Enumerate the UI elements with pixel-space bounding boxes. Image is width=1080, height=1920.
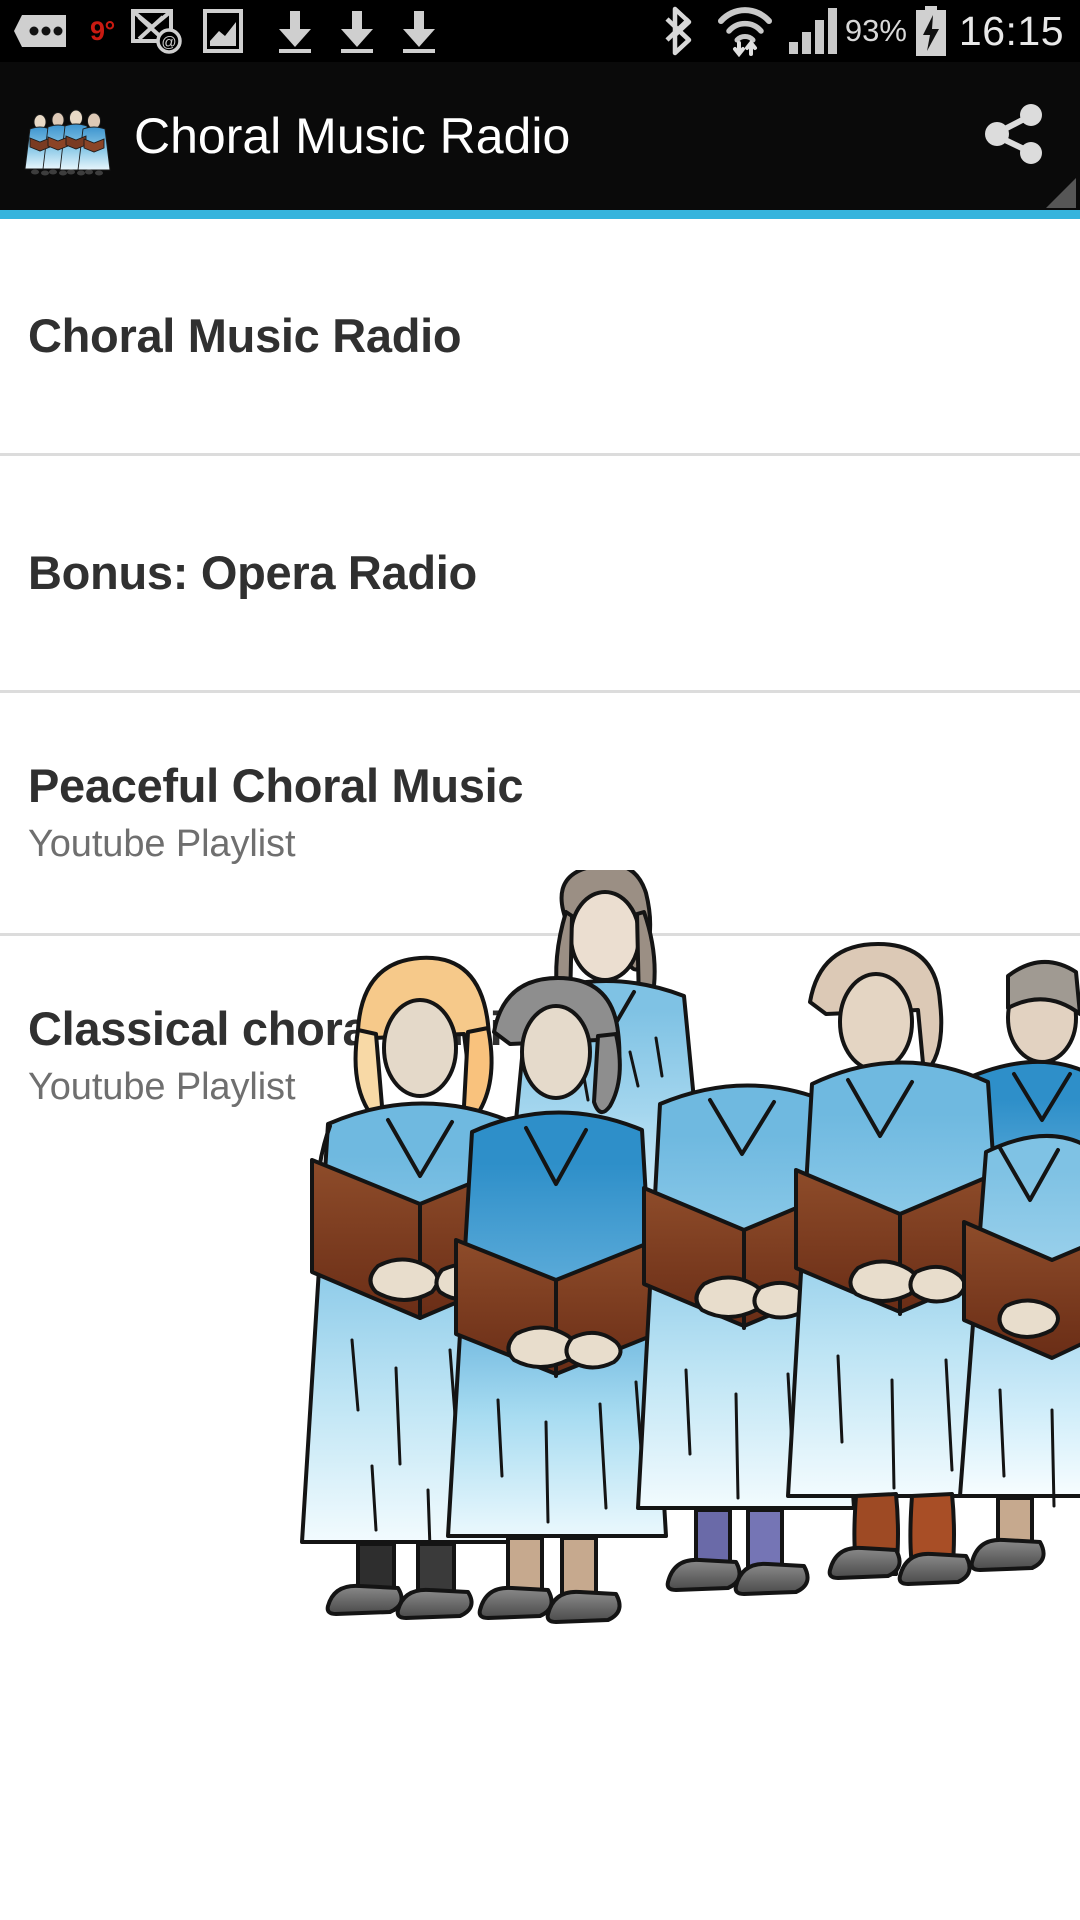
list-item-subtitle: Youtube Playlist <box>28 1065 296 1108</box>
battery-percent-label: 93% <box>844 13 907 48</box>
list-item-title: Classical choral music <box>28 1002 529 1056</box>
station-list: Choral Music Radio Bonus: Opera Radio Pe… <box>0 219 1080 1176</box>
list-item-subtitle: Youtube Playlist <box>28 822 296 865</box>
share-button[interactable] <box>980 100 1052 172</box>
battery-charging-icon <box>913 5 949 57</box>
choir-app-icon <box>22 96 114 176</box>
share-icon <box>983 101 1049 172</box>
status-bar-left-icons: 9° @ <box>0 7 663 55</box>
download-icon <box>397 7 441 55</box>
download-icon <box>335 7 379 55</box>
screenshot-image-icon <box>199 7 247 55</box>
more-dots-icon <box>14 11 74 51</box>
download-icon <box>273 7 317 55</box>
wifi-icon <box>717 5 773 57</box>
status-bar-right-icons: 93% 16:15 <box>663 5 1080 57</box>
temperature-indicator: 9° <box>90 15 115 46</box>
list-item-title: Peaceful Choral Music <box>28 759 524 813</box>
list-item-title: Bonus: Opera Radio <box>28 546 477 600</box>
app-screen: 9° @ 93% 16:15 Choral Music Radio Choral… <box>0 0 1080 1920</box>
resize-handle-icon[interactable] <box>1046 178 1076 208</box>
list-item[interactable]: Classical choral music Youtube Playlist <box>0 936 1080 1176</box>
list-item[interactable]: Choral Music Radio <box>0 219 1080 453</box>
svg-text:@: @ <box>161 34 176 51</box>
bluetooth-icon <box>663 5 701 57</box>
list-item[interactable]: Peaceful Choral Music Youtube Playlist <box>0 693 1080 933</box>
app-bar: Choral Music Radio <box>0 62 1080 210</box>
clock-label: 16:15 <box>958 7 1064 54</box>
list-item-title: Choral Music Radio <box>28 309 462 363</box>
list-item[interactable]: Bonus: Opera Radio <box>0 456 1080 690</box>
status-bar: 9° @ 93% 16:15 <box>0 0 1080 62</box>
app-bar-title: Choral Music Radio <box>134 108 571 164</box>
cellular-signal-icon <box>787 6 841 56</box>
accent-bar <box>0 210 1080 219</box>
email-sync-icon: @ <box>129 7 185 55</box>
